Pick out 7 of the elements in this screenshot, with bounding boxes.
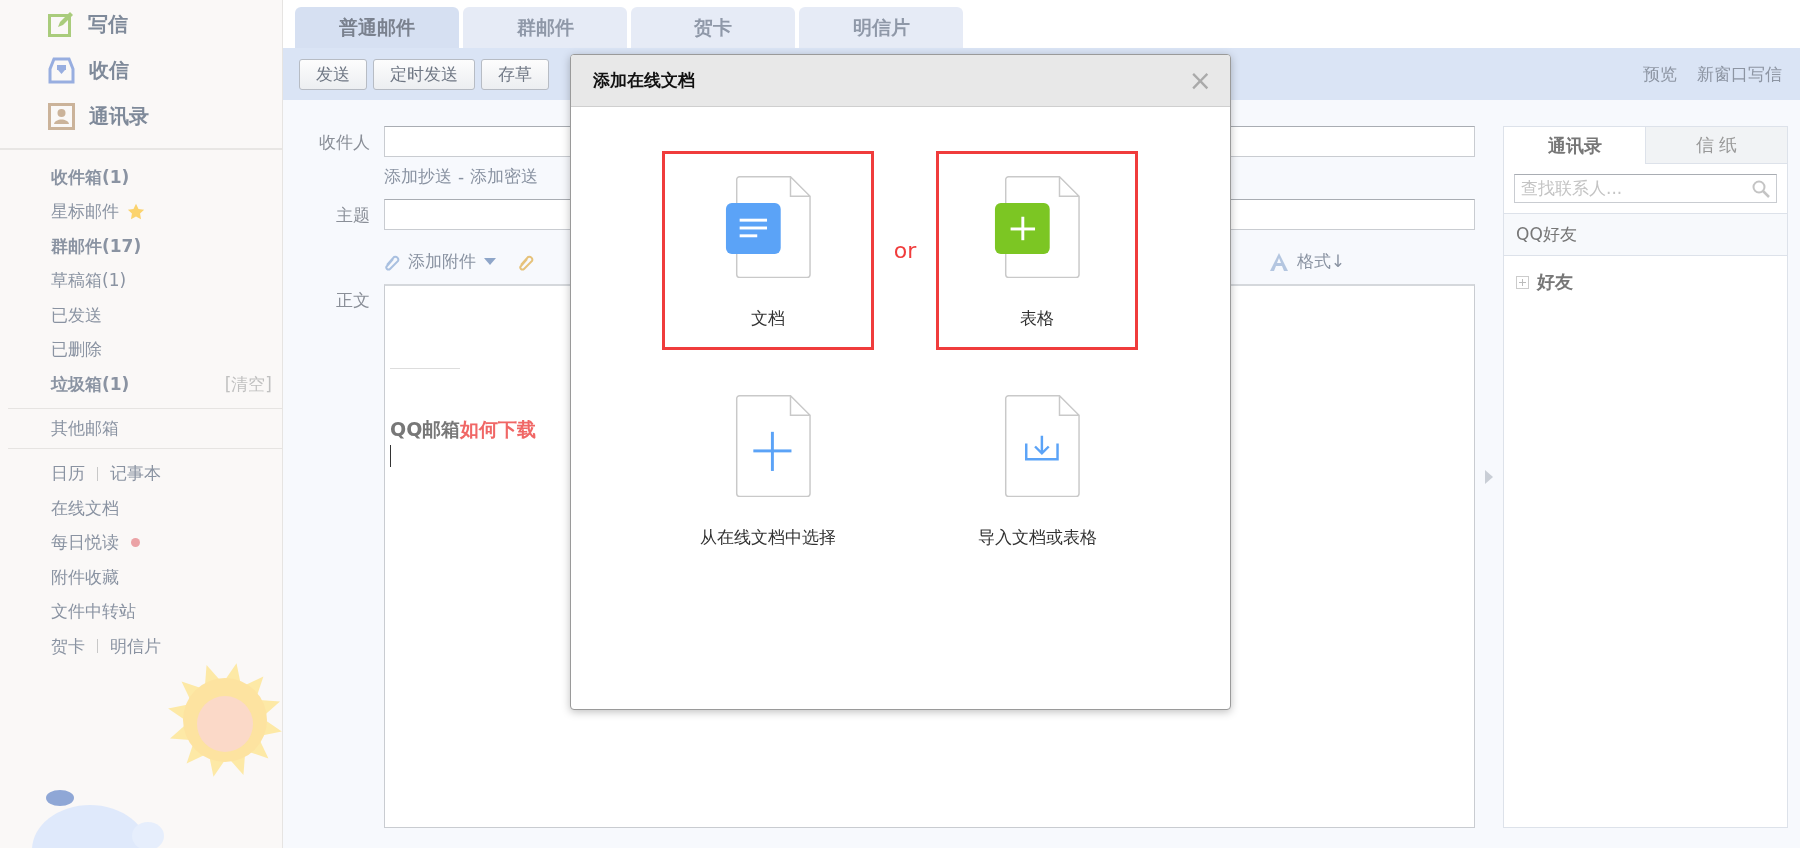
or-text: or xyxy=(893,238,917,263)
field-label: 主题 xyxy=(336,204,371,227)
field-label: 收件人 xyxy=(319,131,371,154)
section-header: QQ好友 xyxy=(1504,214,1787,256)
dialog-title: 添加在线文档 xyxy=(593,69,695,92)
separator-text: - xyxy=(458,166,465,187)
field-label: 正文 xyxy=(336,289,371,312)
